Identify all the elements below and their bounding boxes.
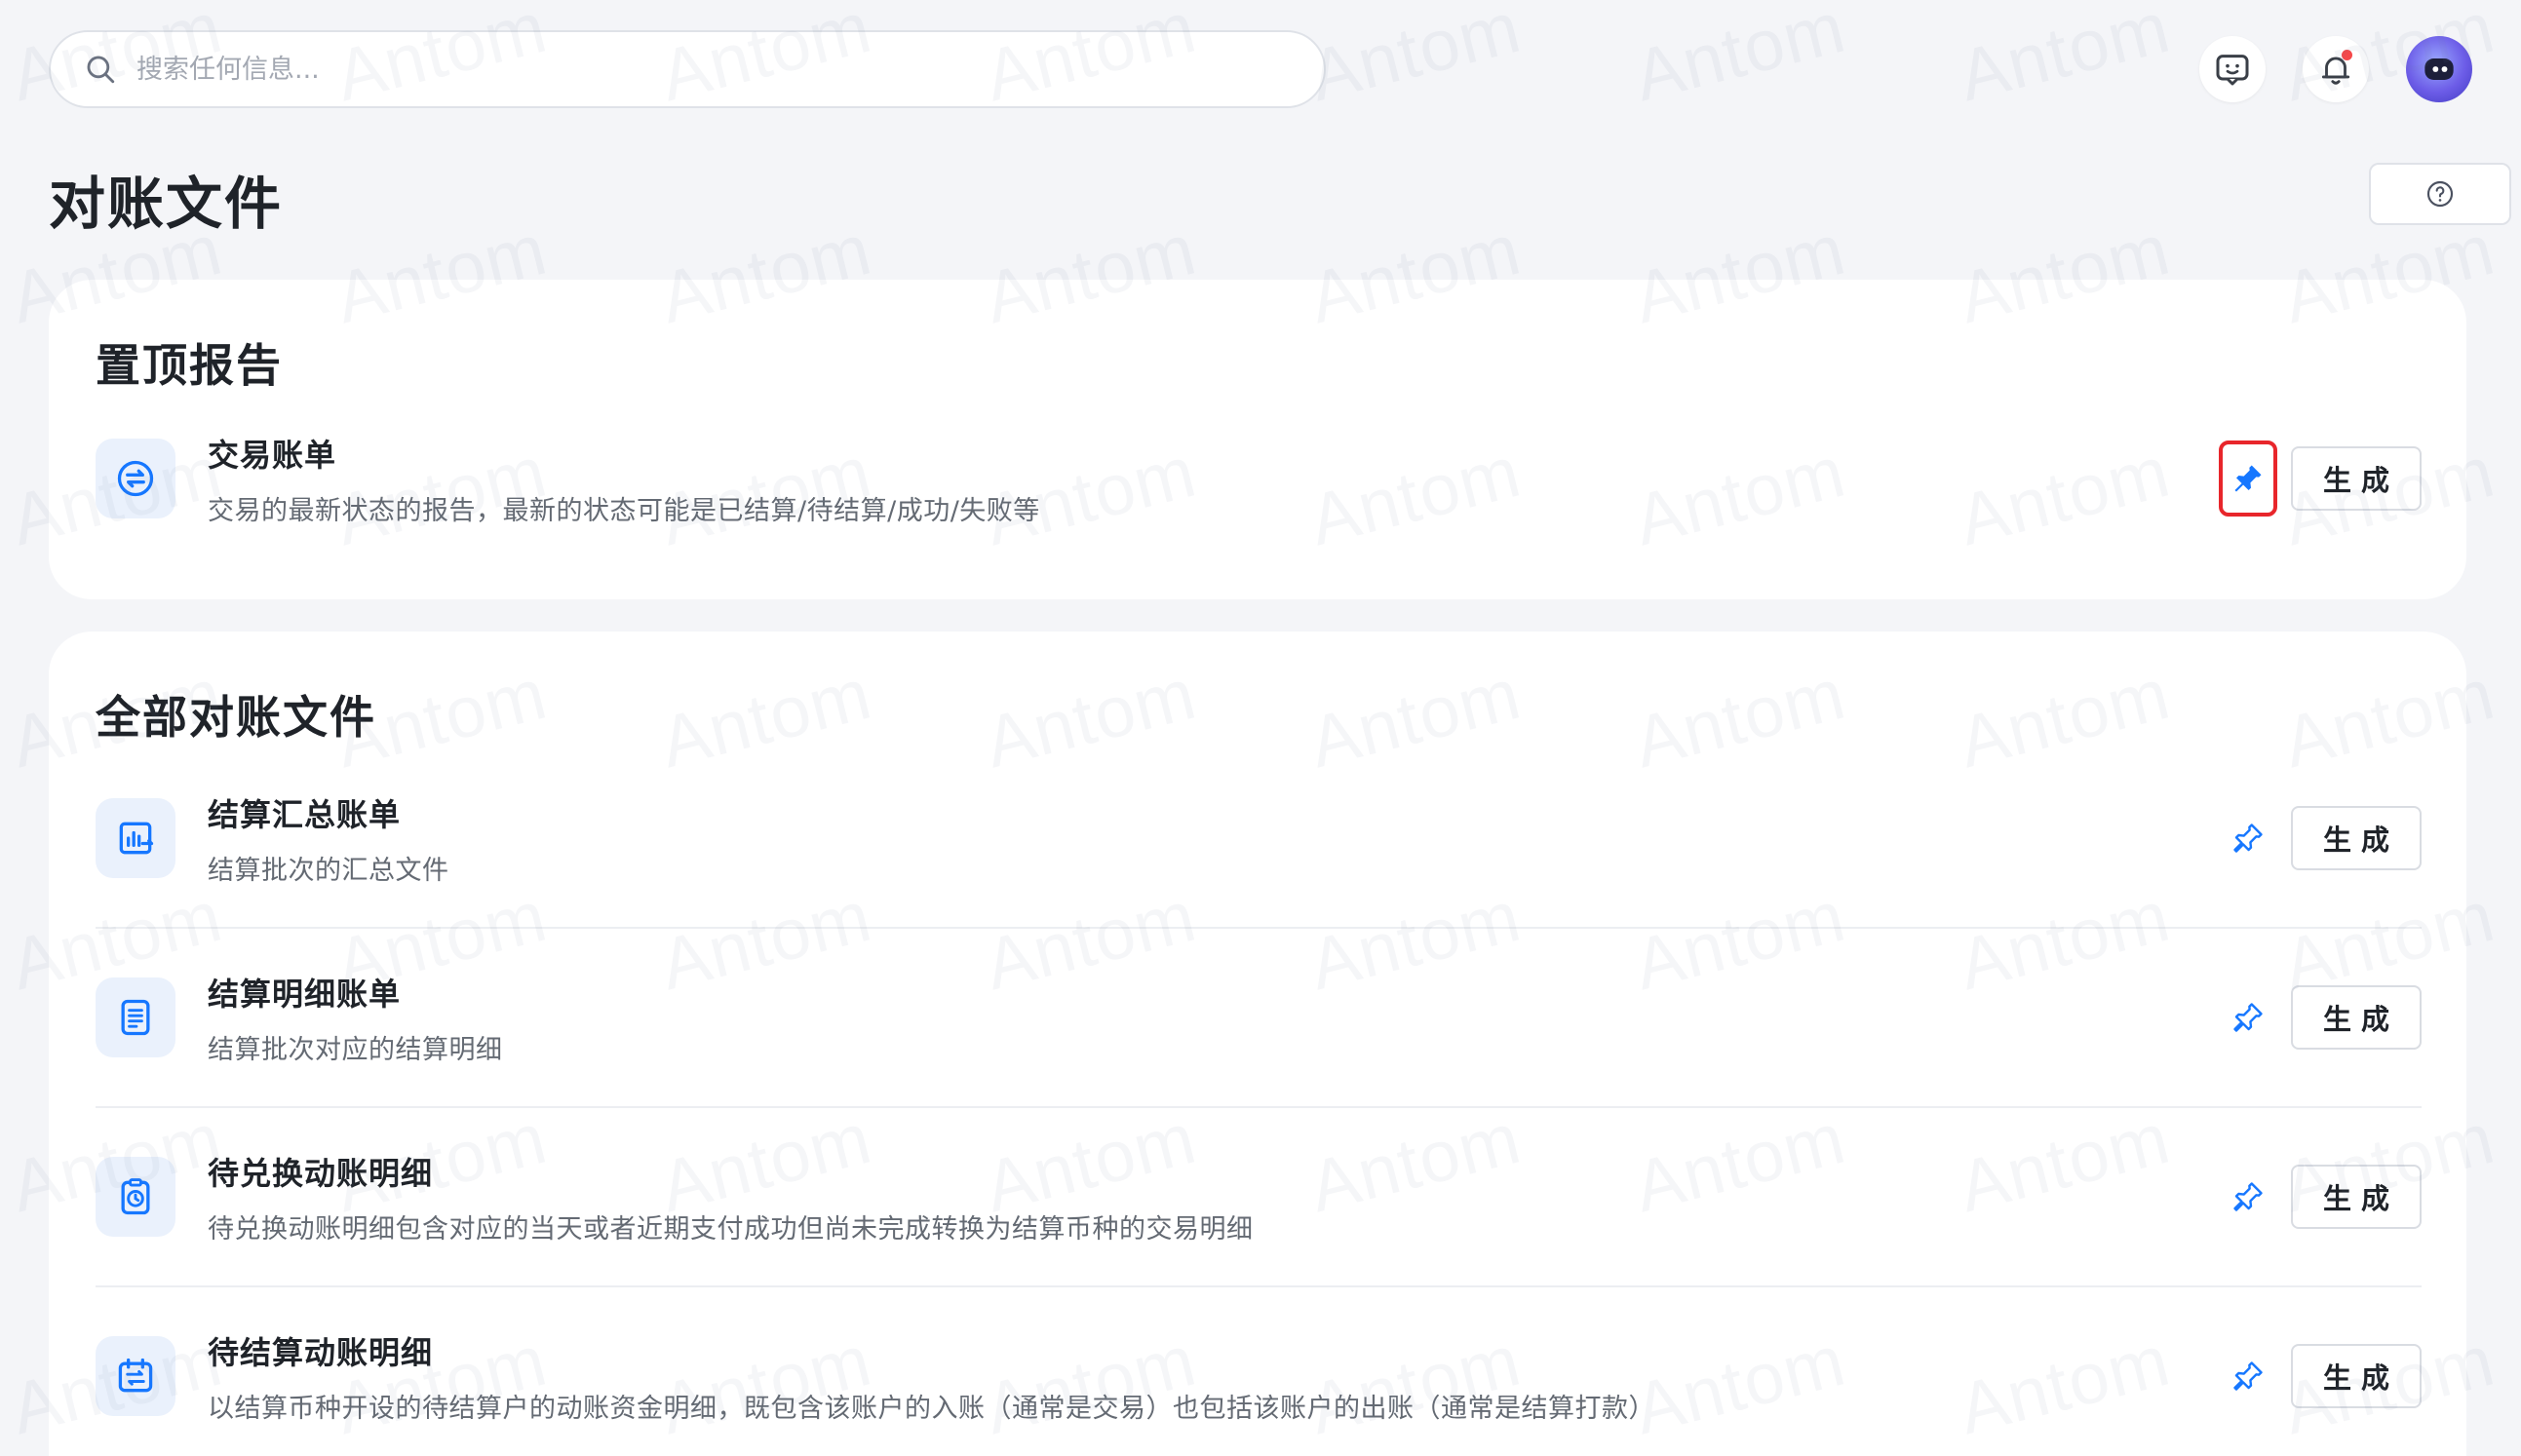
report-icon-box [96, 1157, 175, 1237]
report-text: 结算汇总账单 结算批次的汇总文件 [208, 790, 2219, 887]
pin-button[interactable] [2219, 800, 2277, 876]
pinned-reports-card: 置顶报告 交易账单 交易的最新状态的报告，最新的状态可能是已结算/待结算/成功/… [49, 280, 2466, 599]
report-icon-box [96, 1336, 175, 1416]
pin-button[interactable] [2219, 1338, 2277, 1414]
avatar[interactable] [2406, 36, 2472, 102]
search-icon [87, 56, 115, 84]
report-description: 交易的最新状态的报告，最新的状态可能是已结算/待结算/成功/失败等 [208, 495, 1040, 526]
report-row: 待结算动账明细 以结算币种开设的待结算户的动账资金明细，既包含该账户的入账（通常… [96, 1286, 2422, 1456]
report-actions: 生成 [2219, 1338, 2422, 1414]
exchange-icon [117, 460, 154, 497]
generate-button[interactable]: 生成 [2291, 1344, 2422, 1408]
robot-avatar-icon [2424, 58, 2454, 80]
question-circle-icon [2426, 180, 2454, 208]
report-description: 待兑换动账明细包含对应的当天或者近期支付成功但尚未完成转换为结算币种的交易明细 [208, 1213, 1254, 1245]
chat-face-icon [2216, 55, 2249, 86]
pin-button[interactable] [2219, 441, 2277, 517]
section-title-pinned: 置顶报告 [96, 339, 283, 392]
search-input[interactable] [136, 54, 1258, 85]
notification-button[interactable] [2303, 36, 2369, 102]
watermark-text: Antom [1626, 0, 1853, 117]
report-actions: 生成 [2219, 441, 2422, 517]
pin-filled-icon [2234, 465, 2262, 492]
feedback-button[interactable] [2199, 36, 2266, 102]
report-text: 结算明细账单 结算批次对应的结算明细 [208, 970, 2219, 1066]
report-row: 待兑换动账明细 待兑换动账明细包含对应的当天或者近期支付成功但尚未完成转换为结算… [96, 1107, 2422, 1286]
list-document-icon [121, 999, 150, 1036]
generate-button[interactable]: 生成 [2291, 985, 2422, 1050]
report-row: 结算汇总账单 结算批次的汇总文件 生成 [96, 748, 2422, 928]
report-title: 结算明细账单 [208, 975, 402, 1013]
report-description: 结算批次的汇总文件 [208, 855, 449, 886]
pin-outline-icon [2233, 824, 2263, 853]
report-title: 待兑换动账明细 [208, 1154, 434, 1192]
search-bar[interactable] [49, 30, 1326, 108]
watermark-text: Antom [1951, 0, 2178, 117]
pin-outline-icon [2233, 1182, 2263, 1211]
pin-button[interactable] [2219, 979, 2277, 1055]
report-icon-box [96, 439, 175, 518]
pin-button[interactable] [2219, 1159, 2277, 1235]
report-text: 待结算动账明细 以结算币种开设的待结算户的动账资金明细，既包含该账户的入账（通常… [208, 1328, 2219, 1425]
report-text: 交易账单 交易的最新状态的报告，最新的状态可能是已结算/待结算/成功/失败等 [208, 431, 2219, 527]
watermark-text: Antom [1301, 0, 1529, 117]
generate-button[interactable]: 生成 [2291, 806, 2422, 870]
all-reports-card: 全部对账文件 结算汇总账单 结算批次的汇总文件 生成 结算明细账单 结算批次对应… [49, 632, 2466, 1456]
clipboard-clock-icon [121, 1178, 150, 1215]
report-actions: 生成 [2219, 979, 2422, 1055]
report-description: 结算批次对应的结算明细 [208, 1034, 503, 1065]
generate-button[interactable]: 生成 [2291, 446, 2422, 511]
report-title: 交易账单 [208, 436, 337, 474]
report-text: 待兑换动账明细 待兑换动账明细包含对应的当天或者近期支付成功但尚未完成转换为结算… [208, 1149, 2219, 1245]
chart-report-icon [119, 822, 154, 855]
page-title: 对账文件 [49, 171, 284, 237]
report-title: 待结算动账明细 [208, 1333, 434, 1371]
top-actions [2199, 36, 2472, 102]
calendar-exchange-icon [118, 1358, 153, 1393]
report-description: 以结算币种开设的待结算户的动账资金明细，既包含该账户的入账（通常是交易）也包括该… [208, 1393, 1655, 1424]
report-row: 结算明细账单 结算批次对应的结算明细 生成 [96, 928, 2422, 1107]
notification-dot [2342, 50, 2352, 60]
report-actions: 生成 [2219, 800, 2422, 876]
report-actions: 生成 [2219, 1159, 2422, 1235]
report-title: 结算汇总账单 [208, 795, 402, 833]
section-title-all: 全部对账文件 [96, 691, 376, 744]
pin-outline-icon [2233, 1003, 2263, 1032]
pin-outline-icon [2233, 1361, 2263, 1391]
help-button[interactable] [2369, 163, 2511, 225]
page: 对账文件 置顶报告 交易账单 交易的最新状态的报告，最新的状态可能是已结算/待结… [0, 0, 2521, 1456]
report-icon-box [96, 798, 175, 878]
generate-button[interactable]: 生成 [2291, 1165, 2422, 1229]
report-row: 交易账单 交易的最新状态的报告，最新的状态可能是已结算/待结算/成功/失败等 生… [96, 389, 2422, 568]
report-icon-box [96, 977, 175, 1057]
